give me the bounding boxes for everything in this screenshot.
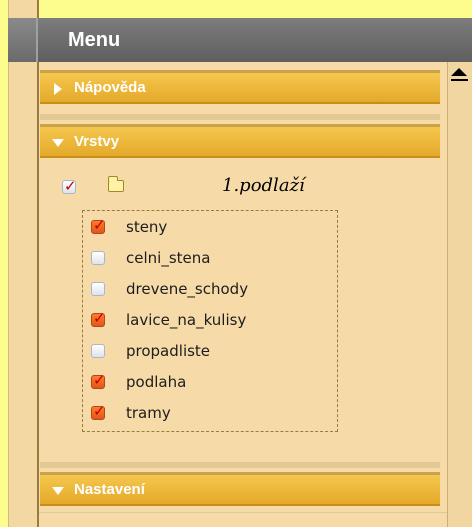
section-nastaveni[interactable]: Nastavení xyxy=(40,472,440,506)
layer-checkbox[interactable] xyxy=(91,251,105,265)
checkmark-icon: ✓ xyxy=(93,371,106,389)
menu-title: Menu xyxy=(68,29,121,51)
panel-bottom-divider xyxy=(39,512,447,513)
layer-label: celni_stena xyxy=(126,249,211,267)
outer-border xyxy=(0,0,8,527)
layer-label: steny xyxy=(126,218,168,236)
layer-label: podlaha xyxy=(126,373,187,391)
scroll-track-top xyxy=(451,79,468,81)
left-gutter xyxy=(8,0,38,527)
layer-checkbox[interactable] xyxy=(91,344,105,358)
header-corner xyxy=(8,18,38,62)
section-divider xyxy=(40,114,440,120)
section-label: Nastavení xyxy=(74,481,145,498)
layer-label: tramy xyxy=(126,404,171,422)
checkmark-icon: ✓ xyxy=(93,216,106,234)
scrollbar[interactable] xyxy=(447,62,472,527)
group-label: 1.podlaží xyxy=(222,175,305,196)
section-label: Vrstvy xyxy=(74,133,120,150)
section-label: Nápověda xyxy=(74,79,146,96)
section-vrstvy[interactable]: Vrstvy xyxy=(40,124,440,158)
scroll-up-arrow-icon[interactable] xyxy=(451,68,467,76)
layer-label: drevene_schody xyxy=(126,280,249,298)
layer-label: lavice_na_kulisy xyxy=(126,311,247,329)
checkmark-icon: ✓ xyxy=(93,402,106,420)
layer-label: propadliste xyxy=(126,342,211,360)
section-napoveda[interactable]: Nápověda xyxy=(40,70,440,104)
checkmark-icon: ✓ xyxy=(93,309,106,327)
checkmark-icon: ✓ xyxy=(64,177,77,195)
layer-checkbox[interactable] xyxy=(91,282,105,296)
folder-icon xyxy=(108,176,124,192)
triangle-down-icon xyxy=(52,139,64,147)
app-frame: Menu Nápověda Vrstvy ✓ 1.podlaží ✓ steny… xyxy=(0,0,472,527)
triangle-right-icon xyxy=(54,83,62,95)
triangle-down-icon xyxy=(52,487,64,495)
section-divider xyxy=(40,462,440,468)
